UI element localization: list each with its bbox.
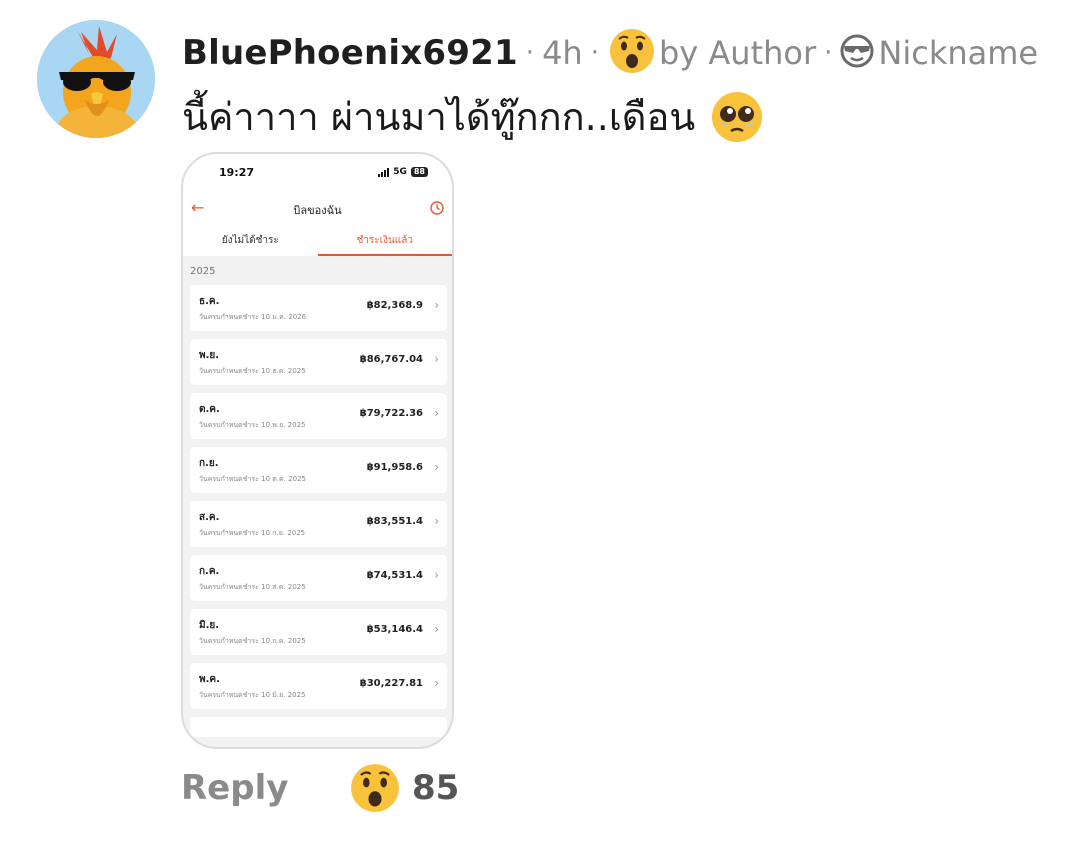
timestamp: 4h bbox=[542, 34, 583, 72]
surprised-face-icon bbox=[351, 764, 399, 812]
pleading-face-icon bbox=[712, 91, 763, 142]
bill-due-date: วันครบกำหนดชำระ 10 พ.ย. 2025 bbox=[199, 421, 306, 429]
separator-dot: · bbox=[590, 38, 599, 68]
bill-month: มิ.ย. bbox=[199, 620, 220, 631]
chevron-right-icon: › bbox=[434, 568, 439, 582]
status-indicators: 5G 88 bbox=[378, 167, 428, 177]
bill-amount: ฿30,227.81 bbox=[359, 678, 423, 689]
bill-list: ธ.ค. วันครบกำหนดชำระ 10 ม.ค. 2026 ฿82,368.… bbox=[190, 285, 447, 737]
bill-amount: ฿82,368.9 bbox=[366, 300, 423, 311]
avatar[interactable] bbox=[37, 20, 155, 138]
bill-amount: ฿86,767.04 bbox=[359, 354, 423, 365]
signal-icon bbox=[378, 167, 390, 177]
year-label: 2025 bbox=[190, 266, 216, 277]
bill-row[interactable]: ก.ค. วันครบกำหนดชำระ 10 ส.ค. 2025 ฿74,531.… bbox=[190, 555, 447, 601]
chevron-right-icon: › bbox=[434, 298, 439, 312]
bill-amount: ฿74,531.4 bbox=[366, 570, 423, 581]
bill-due-date: วันครบกำหนดชำระ 10 ก.ย. 2025 bbox=[199, 529, 306, 537]
chevron-right-icon: › bbox=[434, 514, 439, 528]
bill-due-date: วันครบกำหนดชำระ 10 ม.ค. 2026 bbox=[199, 313, 307, 321]
chevron-right-icon: › bbox=[434, 406, 439, 420]
bill-amount: ฿79,722.36 bbox=[359, 408, 423, 419]
chevron-right-icon: › bbox=[434, 460, 439, 474]
bill-row[interactable]: ส.ค. วันครบกำหนดชำระ 10 ก.ย. 2025 ฿83,551.… bbox=[190, 501, 447, 547]
author-label: by Author bbox=[658, 34, 817, 72]
chevron-right-icon: › bbox=[434, 676, 439, 690]
separator-dot: · bbox=[525, 38, 535, 68]
bill-row-partial bbox=[190, 717, 447, 737]
bill-row[interactable]: ต.ค. วันครบกำหนดชำระ 10 พ.ย. 2025 ฿79,722.… bbox=[190, 393, 447, 439]
bill-due-date: วันครบกำหนดชำระ 10 ก.ค. 2025 bbox=[199, 637, 306, 645]
bill-due-date: วันครบกำหนดชำระ 10 ต.ค. 2025 bbox=[199, 475, 306, 483]
bill-row[interactable]: พ.ค. วันครบกำหนดชำระ 10 มิ.ย. 2025 ฿30,227… bbox=[190, 663, 447, 709]
bill-amount: ฿53,146.4 bbox=[366, 624, 423, 635]
bill-month: ธ.ค. bbox=[199, 296, 220, 307]
surprised-face-icon bbox=[609, 28, 655, 78]
bill-amount: ฿91,958.6 bbox=[366, 462, 423, 473]
history-clock-icon[interactable] bbox=[430, 200, 444, 219]
phone-app-header: 19:27 5G 88 ← บิลของฉัน ยังไม่ได้ชำระ ชำ… bbox=[183, 154, 452, 256]
phone-tabs: ยังไม่ได้ชำระ ชำระเงินแล้ว bbox=[183, 230, 452, 256]
bill-due-date: วันครบกำหนดชำระ 10 ธ.ค. 2025 bbox=[199, 367, 306, 375]
bill-month: ก.ย. bbox=[199, 458, 219, 469]
nickname-label[interactable]: Nickname bbox=[878, 34, 1038, 72]
chevron-right-icon: › bbox=[434, 622, 439, 636]
bill-month: พ.ย. bbox=[199, 350, 220, 361]
comment-text: นี้ค่าาาา ผ่านมาได้ทู๊กกก..เดือน bbox=[182, 95, 696, 139]
network-label: 5G bbox=[393, 167, 407, 177]
bill-due-date: วันครบกำหนดชำระ 10 ส.ค. 2025 bbox=[199, 583, 306, 591]
bill-month: ส.ค. bbox=[199, 512, 220, 523]
tab-paid[interactable]: ชำระเงินแล้ว bbox=[317, 230, 453, 256]
bill-row[interactable]: พ.ย. วันครบกำหนดชำระ 10 ธ.ค. 2025 ฿86,767.… bbox=[190, 339, 447, 385]
bill-due-date: วันครบกำหนดชำระ 10 มิ.ย. 2025 bbox=[199, 691, 306, 699]
username[interactable]: BluePhoenix6921 bbox=[182, 33, 518, 73]
reaction-button[interactable]: 85 bbox=[350, 763, 459, 813]
bill-month: ก.ค. bbox=[199, 566, 220, 577]
reaction-count: 85 bbox=[412, 768, 460, 808]
phone-page-title: บิลของฉัน bbox=[293, 204, 342, 217]
bill-month: ต.ค. bbox=[199, 404, 220, 415]
attached-screenshot[interactable]: 19:27 5G 88 ← บิลของฉัน ยังไม่ได้ชำระ ชำ… bbox=[181, 152, 454, 749]
bill-row[interactable]: มิ.ย. วันครบกำหนดชำระ 10 ก.ค. 2025 ฿53,146… bbox=[190, 609, 447, 655]
bill-amount: ฿83,551.4 bbox=[366, 516, 423, 527]
comment-header: BluePhoenix6921 · 4h · by Author · Nickn… bbox=[182, 28, 1082, 78]
battery-icon: 88 bbox=[410, 167, 428, 177]
bill-month: พ.ค. bbox=[199, 674, 220, 685]
comment-body: นี้ค่าาาา ผ่านมาได้ทู๊กกก..เดือน bbox=[182, 86, 763, 147]
bill-row[interactable]: ก.ย. วันครบกำหนดชำระ 10 ต.ค. 2025 ฿91,958.… bbox=[190, 447, 447, 493]
phoenix-avatar-icon bbox=[37, 20, 155, 138]
tab-unpaid[interactable]: ยังไม่ได้ชำระ bbox=[183, 230, 318, 256]
chevron-right-icon: › bbox=[434, 352, 439, 366]
status-time: 19:27 bbox=[219, 166, 255, 179]
sunglasses-face-icon bbox=[840, 34, 874, 72]
reply-button[interactable]: Reply bbox=[181, 768, 288, 808]
bill-row[interactable]: ธ.ค. วันครบกำหนดชำระ 10 ม.ค. 2026 ฿82,368.… bbox=[190, 285, 447, 331]
separator-dot: · bbox=[824, 38, 833, 68]
